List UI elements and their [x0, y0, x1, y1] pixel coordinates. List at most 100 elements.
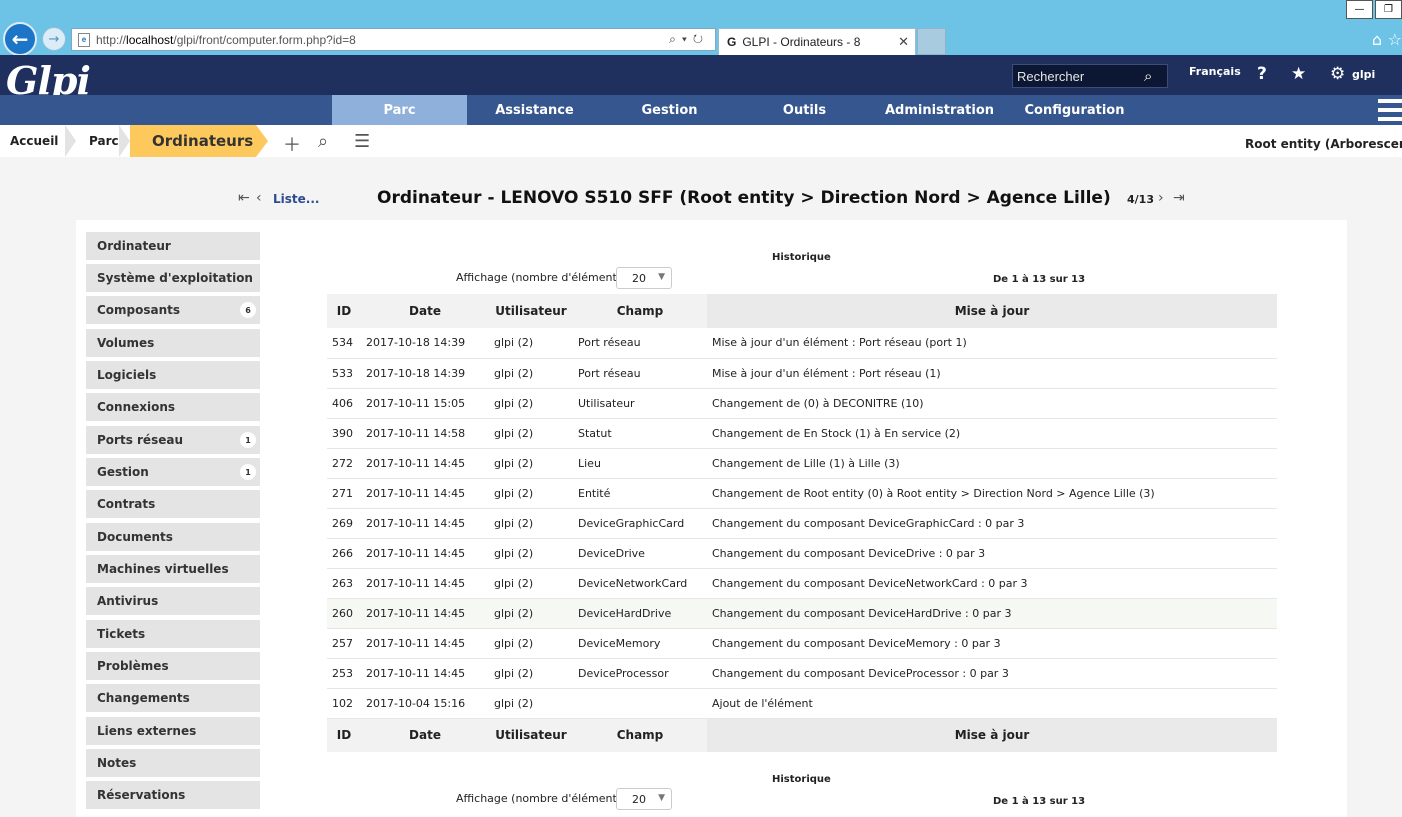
favorites-star-icon[interactable]: ★: [1291, 64, 1306, 84]
forward-button[interactable]: →: [42, 27, 66, 51]
search-icon[interactable]: ⌕: [318, 131, 328, 152]
column-header-user[interactable]: Utilisateur: [489, 294, 573, 328]
chevron-down-icon: ▼: [658, 272, 665, 282]
history-table: ID Date Utilisateur Champ Mise à jour 53…: [327, 294, 1277, 752]
cell-update: Changement du composant DeviceProcessor …: [707, 658, 1277, 689]
count-badge: 6: [240, 302, 256, 318]
restore-icon[interactable]: ❐: [1375, 0, 1402, 19]
cell-date: 2017-10-04 15:16: [361, 688, 489, 719]
column-header-date[interactable]: Date: [361, 294, 489, 328]
new-tab-button[interactable]: [917, 28, 946, 55]
sidebar-item[interactable]: Notes: [86, 749, 260, 777]
sidebar-item[interactable]: Antivirus: [86, 587, 260, 615]
sidebar-item-label: Machines virtuelles: [97, 562, 229, 576]
column-header-update[interactable]: Mise à jour: [707, 294, 1277, 328]
last-page-icon[interactable]: ⇥: [1173, 190, 1185, 206]
cell-date: 2017-10-18 14:39: [361, 358, 489, 389]
menu-gestion[interactable]: Gestion: [602, 95, 737, 125]
cell-user: glpi (2): [489, 628, 573, 659]
breadcrumb-home[interactable]: Accueil: [10, 125, 58, 157]
table-row: 533 2017-10-18 14:39 glpi (2) Port réseau Mi…: [327, 358, 1277, 389]
column-footer-field[interactable]: Champ: [573, 717, 707, 752]
breadcrumb-current[interactable]: Ordinateurs: [130, 125, 256, 157]
entity-selector[interactable]: Root entity (Arborescence): [1245, 137, 1402, 151]
list-icon[interactable]: ☰: [354, 131, 370, 152]
cell-user: glpi (2): [489, 448, 573, 479]
cell-id: 534: [327, 328, 361, 359]
address-tools[interactable]: ⌕▾↻: [669, 32, 709, 47]
cell-id: 257: [327, 628, 361, 659]
sidebar-item[interactable]: Changements: [86, 684, 260, 712]
favorites-icon[interactable]: ☆: [1388, 30, 1402, 49]
column-footer-date[interactable]: Date: [361, 717, 489, 752]
cell-user: glpi (2): [489, 688, 573, 719]
cell-update: Changement de Lille (1) à Lille (3): [707, 448, 1277, 479]
count-badge: 1: [240, 464, 256, 480]
cell-id: 269: [327, 508, 361, 539]
add-icon[interactable]: ＋: [283, 131, 301, 157]
menu-assistance[interactable]: Assistance: [467, 95, 602, 125]
sidebar-item-label: Ports réseau: [97, 433, 183, 447]
column-header-id[interactable]: ID: [327, 294, 361, 328]
sidebar-item[interactable]: Connexions: [86, 393, 260, 421]
next-icon[interactable]: ›: [1158, 190, 1164, 206]
menu-outils[interactable]: Outils: [737, 95, 872, 125]
column-footer-id[interactable]: ID: [327, 717, 361, 752]
cell-id: 260: [327, 598, 361, 629]
home-icon[interactable]: ⌂: [1372, 30, 1382, 49]
cell-date: 2017-10-11 14:45: [361, 478, 489, 509]
column-footer-update[interactable]: Mise à jour: [707, 717, 1277, 752]
sidebar-item[interactable]: Composants 6: [86, 296, 260, 324]
cell-user: glpi (2): [489, 598, 573, 629]
column-footer-user[interactable]: Utilisateur: [489, 717, 573, 752]
back-button[interactable]: ←: [3, 22, 37, 56]
history-title-bottom: Historique: [772, 774, 831, 785]
menu-parc[interactable]: Parc: [332, 95, 467, 125]
pagination-range: De 1 à 13 sur 13: [993, 274, 1086, 285]
column-header-field[interactable]: Champ: [573, 294, 707, 328]
display-count-select[interactable]: 20 ▼: [616, 267, 672, 289]
sidebar-item[interactable]: Gestion 1: [86, 458, 260, 486]
sidebar-item[interactable]: Documents: [86, 523, 260, 551]
sidebar-item-label: Contrats: [97, 497, 156, 511]
cell-update: Changement du composant DeviceMemory : 0…: [707, 628, 1277, 659]
user-name[interactable]: glpi: [1352, 68, 1375, 81]
language-selector[interactable]: Français: [1189, 65, 1241, 78]
browser-tab[interactable]: G GLPI - Ordinateurs - 8 ✕: [718, 28, 916, 55]
sidebar-item[interactable]: Système d'exploitation: [86, 264, 260, 292]
menu-administration[interactable]: Administration: [872, 95, 1007, 125]
sidebar-item[interactable]: Machines virtuelles: [86, 555, 260, 583]
first-page-icon[interactable]: ⇤: [238, 190, 250, 206]
sidebar-item[interactable]: Volumes: [86, 329, 260, 357]
close-icon[interactable]: ✕: [898, 34, 909, 50]
cell-date: 2017-10-11 14:45: [361, 538, 489, 569]
hamburger-menu-icon[interactable]: [1378, 99, 1402, 121]
table-row: 253 2017-10-11 14:45 glpi (2) DeviceProcess…: [327, 658, 1277, 689]
sidebar-item[interactable]: Liens externes: [86, 717, 260, 745]
cell-id: 266: [327, 538, 361, 569]
address-bar[interactable]: e http://localhost/glpi/front/computer.f…: [71, 28, 716, 51]
url-prefix: http://: [96, 32, 127, 47]
gear-icon[interactable]: ⚙: [1330, 64, 1345, 84]
display-count-select-bottom[interactable]: 20 ▼: [616, 788, 672, 810]
sidebar-item[interactable]: Contrats: [86, 490, 260, 518]
minimize-icon[interactable]: —: [1346, 0, 1373, 19]
cell-date: 2017-10-11 15:05: [361, 388, 489, 419]
previous-icon[interactable]: ‹: [256, 190, 262, 206]
cell-id: 406: [327, 388, 361, 419]
list-link[interactable]: Liste...: [273, 192, 319, 206]
help-icon[interactable]: ?: [1257, 64, 1267, 84]
sidebar-item[interactable]: Ports réseau 1: [86, 426, 260, 454]
search-icon[interactable]: ⌕: [1144, 67, 1152, 85]
sidebar-item[interactable]: Tickets: [86, 620, 260, 648]
sidebar-item[interactable]: Réservations: [86, 781, 260, 809]
search-input[interactable]: [1017, 68, 1142, 84]
sidebar-item[interactable]: Problèmes: [86, 652, 260, 680]
cell-id: 271: [327, 478, 361, 509]
sidebar-item[interactable]: Logiciels: [86, 361, 260, 389]
display-count-label: Affichage (nombre d'éléments): [456, 271, 627, 284]
menu-configuration[interactable]: Configuration: [1007, 95, 1142, 125]
sidebar-item-label: Changements: [97, 691, 190, 705]
sidebar-item[interactable]: Ordinateur: [86, 232, 260, 260]
breadcrumb-parc[interactable]: Parc: [89, 125, 119, 157]
